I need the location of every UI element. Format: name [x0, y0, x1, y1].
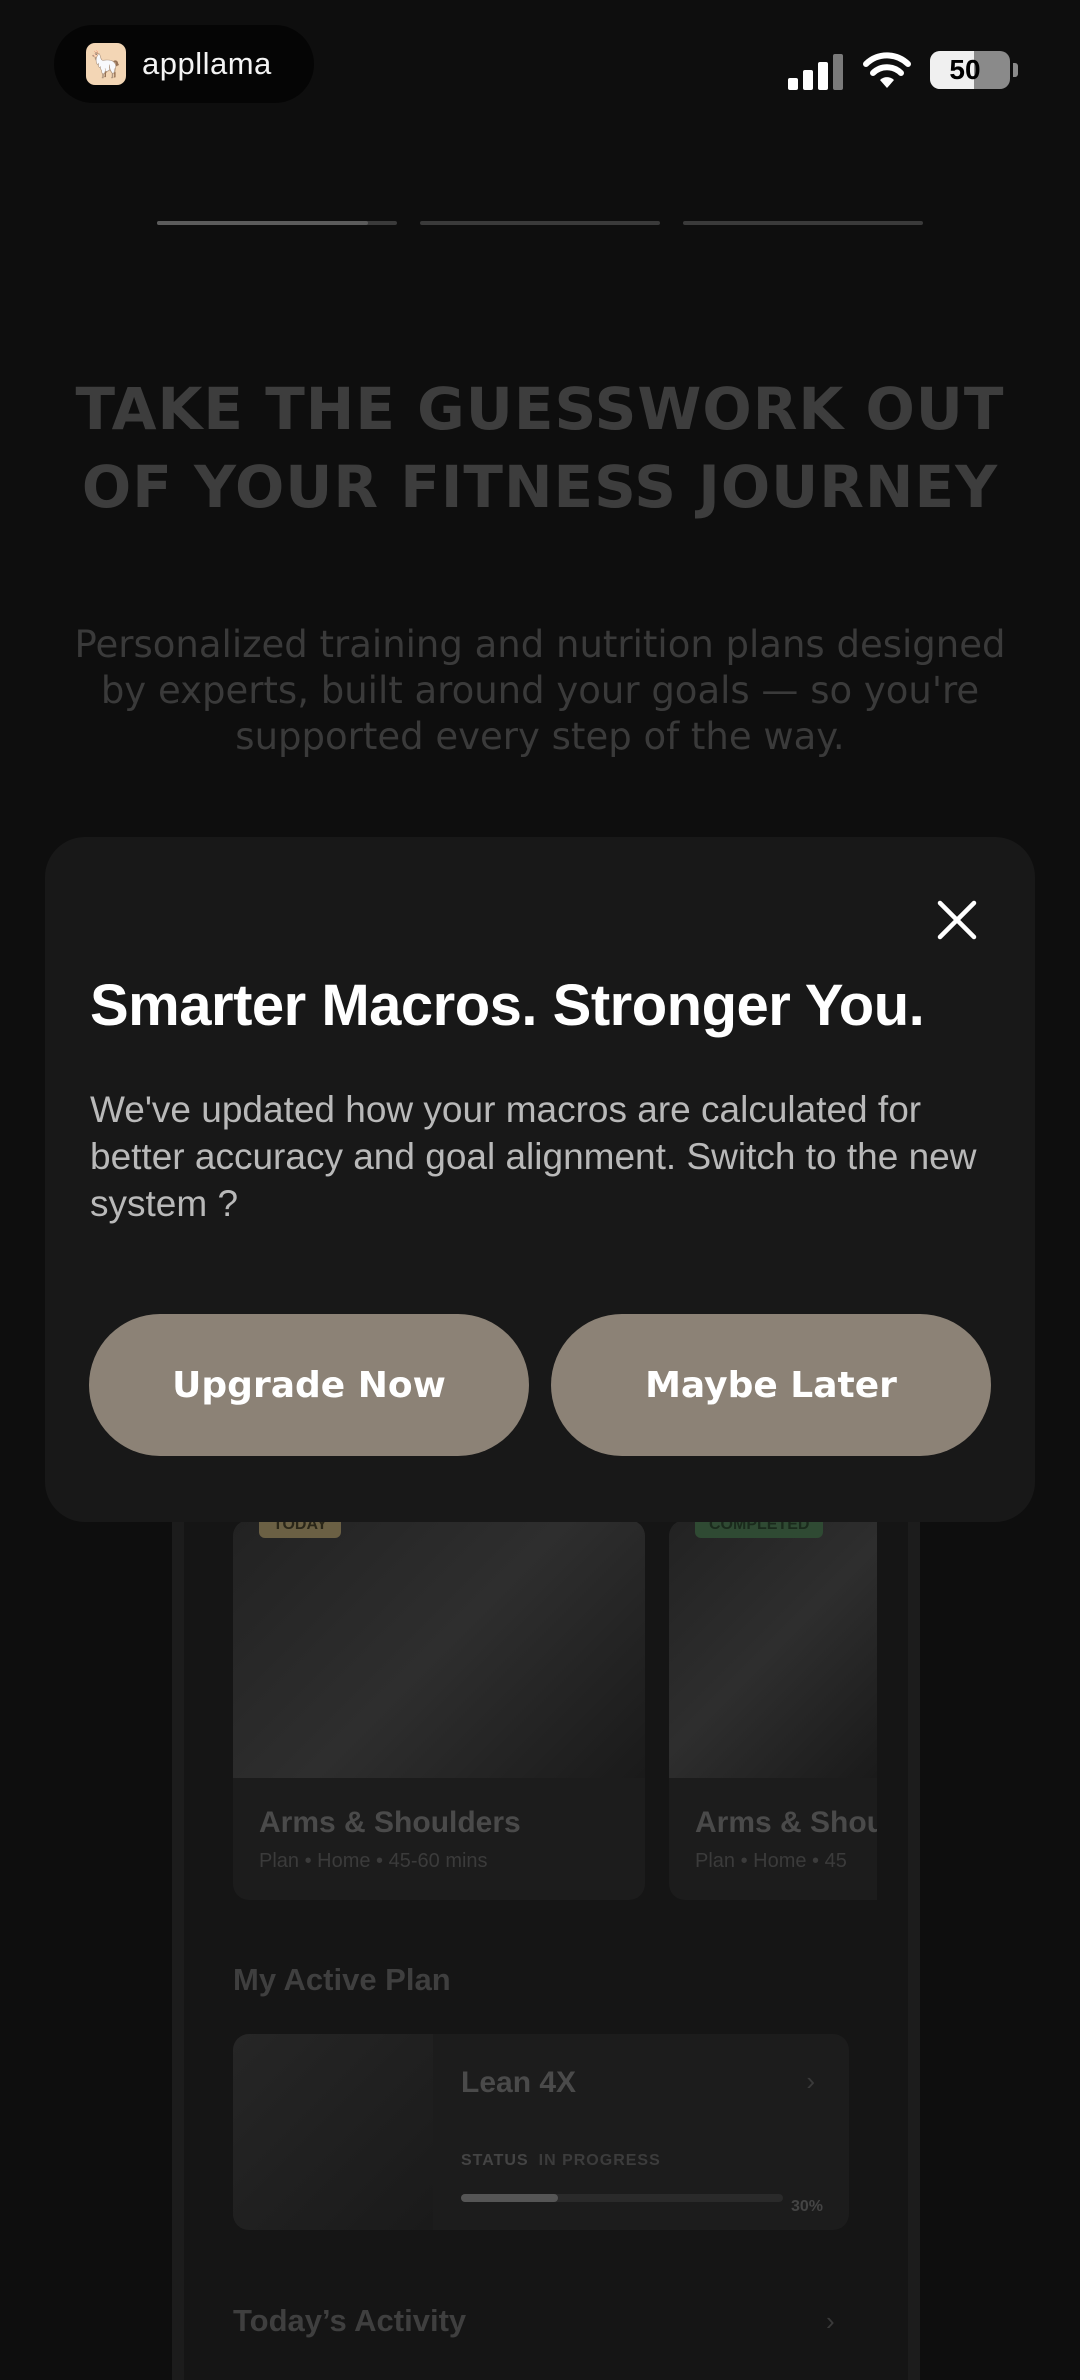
workout-photo	[669, 1520, 877, 1778]
workout-card: TODAY Arms & Shoulders Plan • Home • 45-…	[233, 1520, 645, 1900]
workout-title: Arms & Shoulders	[259, 1806, 521, 1839]
close-icon	[937, 900, 977, 940]
plan-progress-percent: 30%	[790, 2198, 823, 2215]
progress-segment-2	[420, 221, 660, 225]
status-label: STATUS	[461, 2152, 529, 2169]
battery-indicator: 50	[930, 51, 1018, 89]
onboarding-subtitle: Personalized training and nutrition plan…	[74, 623, 1006, 758]
plan-progress-bar	[461, 2194, 783, 2202]
progress-segment-3	[683, 221, 923, 225]
workout-title: Arms & Shou	[695, 1806, 877, 1839]
today-badge: TODAY	[259, 1520, 342, 1538]
close-button[interactable]	[925, 888, 989, 952]
wifi-icon	[863, 52, 911, 88]
active-plan-heading: My Active Plan	[233, 1962, 451, 1997]
modal-body: We've updated how your macros are calcul…	[90, 1089, 977, 1224]
plan-status: STATUS IN PROGRESS	[461, 2152, 661, 2170]
brand-pill[interactable]: 🦙 appllama	[54, 25, 314, 103]
llama-logo-icon: 🦙	[86, 43, 126, 85]
workout-photo	[233, 1520, 645, 1778]
completed-badge: COMPLETED	[695, 1520, 824, 1538]
upgrade-now-button[interactable]: Upgrade Now	[89, 1314, 529, 1456]
status-value: IN PROGRESS	[538, 2152, 661, 2169]
cellular-signal-icon	[788, 52, 844, 90]
chevron-right-icon: ›	[806, 2066, 815, 2096]
workout-meta: Plan • Home • 45-60 mins	[259, 1850, 488, 1872]
plan-photo	[233, 2034, 433, 2230]
workout-card: COMPLETED Arms & Shou Plan • Home • 45	[669, 1520, 877, 1900]
maybe-later-button[interactable]: Maybe Later	[551, 1314, 991, 1456]
onboarding-title: TAKE THE GUESSWORK OUT OF YOUR FITNESS J…	[75, 375, 1005, 521]
chevron-right-icon: ›	[826, 2306, 835, 2336]
workout-meta: Plan • Home • 45	[695, 1850, 847, 1872]
activity-heading: Today’s Activity	[233, 2303, 467, 2338]
brand-name: appllama	[142, 46, 272, 81]
battery-level: 50	[949, 54, 981, 85]
active-plan-card: Lean 4X › STATUS IN PROGRESS 30%	[233, 2034, 849, 2230]
modal-title: Smarter Macros. Stronger You.	[90, 973, 925, 1038]
plan-name: Lean 4X	[461, 2066, 577, 2099]
progress-segment-1	[157, 221, 397, 225]
